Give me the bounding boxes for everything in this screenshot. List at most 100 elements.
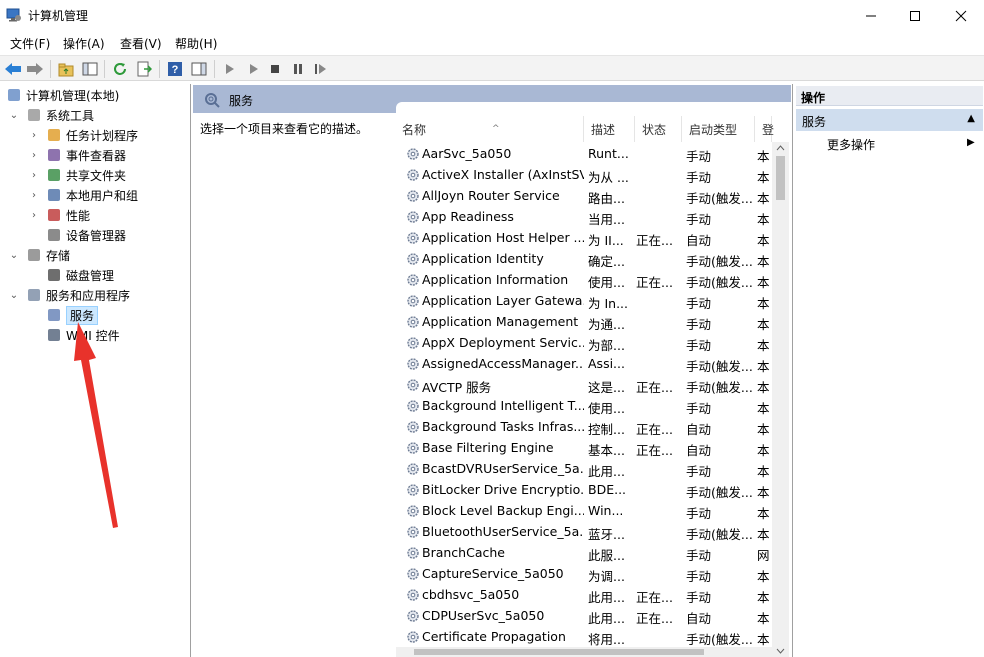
tree-item[interactable]: › 事件查看器 [28, 145, 126, 165]
chevron-down-icon[interactable]: ⌄ [8, 109, 20, 121]
service-row[interactable]: CDPUserSvc_5a050 此用... 正在... 自动 本 [396, 606, 772, 627]
chevron-right-icon[interactable]: › [28, 209, 40, 221]
service-row[interactable]: Application Identity 确定... 手动(触发... 本 [396, 249, 772, 270]
service-row[interactable]: Certificate Propagation 将用... 手动(触发... 本 [396, 627, 772, 648]
service-gear-icon [406, 440, 422, 456]
show-hide-tree-icon[interactable] [80, 59, 100, 79]
service-row[interactable]: AllJoyn Router Service 路由... 手动(触发... 本 [396, 186, 772, 207]
service-logon: 本 [757, 401, 770, 416]
menu-view[interactable]: 查看(V) [120, 35, 162, 52]
tree-item[interactable]: 磁盘管理 [28, 265, 114, 285]
service-gear-icon [406, 608, 422, 624]
horizontal-scroll-thumb[interactable] [414, 649, 704, 655]
service-logon: 本 [757, 443, 770, 458]
tree-item-label: WMI 控件 [66, 328, 120, 343]
menu-file[interactable]: 文件(F) [10, 35, 50, 52]
tree-item[interactable]: › 本地用户和组 [28, 185, 138, 205]
service-row[interactable]: AppX Deployment Servic... 为部... 手动 本 [396, 333, 772, 354]
tree-item[interactable]: › 共享文件夹 [28, 165, 126, 185]
start-paused-icon[interactable] [243, 59, 263, 79]
tree-item[interactable]: 服务 [28, 305, 99, 325]
back-arrow-icon[interactable] [3, 59, 23, 79]
service-startup-type: 手动(触发... [686, 191, 753, 206]
service-row[interactable]: Base Filtering Engine 基本... 正在... 自动 本 [396, 438, 772, 459]
chevron-right-icon[interactable]: › [28, 149, 40, 161]
tree-item[interactable]: ⌄ 服务和应用程序 [8, 285, 130, 305]
forward-arrow-icon[interactable] [25, 59, 45, 79]
actions-section-services[interactable]: 服务 ▲ [796, 109, 983, 131]
refresh-icon[interactable] [110, 59, 130, 79]
service-row[interactable]: AarSvc_5a050 Runt... 手动 本 [396, 144, 772, 165]
maximize-button[interactable] [892, 0, 938, 31]
chevron-right-icon[interactable]: › [28, 189, 40, 201]
collapse-up-icon[interactable]: ▲ [967, 113, 975, 124]
service-row[interactable]: AssignedAccessManager... Assi... 手动(触发... 本 [396, 354, 772, 375]
export-list-icon[interactable] [134, 59, 154, 79]
close-button[interactable] [938, 0, 984, 31]
service-row[interactable]: CaptureService_5a050 为调... 手动 本 [396, 564, 772, 585]
service-startup-type: 手动 [686, 170, 712, 185]
service-name: Application Identity [422, 251, 544, 266]
restart-service-icon[interactable] [311, 59, 331, 79]
service-row[interactable]: BitLocker Drive Encryptio... BDE... 手动(触发.… [396, 480, 772, 501]
service-description: 为部... [588, 338, 625, 353]
service-row[interactable]: Application Management 为通... 手动 本 [396, 312, 772, 333]
minimize-button[interactable] [848, 0, 894, 31]
chevron-right-icon[interactable]: › [28, 169, 40, 181]
start-service-icon[interactable] [220, 59, 240, 79]
service-row[interactable]: Application Layer Gatewa... 为 In... 手动 本 [396, 291, 772, 312]
properties-pane-icon[interactable] [189, 59, 209, 79]
tree-item[interactable]: 设备管理器 [28, 225, 126, 245]
menu-action[interactable]: 操作(A) [63, 35, 105, 52]
column-header-logon[interactable]: 登 [756, 116, 774, 142]
chevron-right-icon[interactable]: › [28, 129, 40, 141]
horizontal-scrollbar[interactable] [396, 647, 772, 657]
service-description: Runt... [588, 146, 629, 161]
service-row[interactable]: Background Tasks Infras... 控制... 正在... 自动 本 [396, 417, 772, 438]
tree-item[interactable]: ⌄ 系统工具 [8, 105, 94, 125]
event-viewer-icon [46, 147, 62, 163]
service-gear-icon [406, 566, 422, 582]
column-header-startup-type[interactable]: 启动类型 [683, 116, 755, 142]
tree-item[interactable]: › 任务计划程序 [28, 125, 138, 145]
service-row[interactable]: cbdhsvc_5a050 此用... 正在... 手动 本 [396, 585, 772, 606]
tree-item[interactable]: WMI 控件 [28, 325, 120, 345]
service-name: BitLocker Drive Encryptio... [422, 482, 584, 497]
service-row[interactable]: App Readiness 当用... 手动 本 [396, 207, 772, 228]
stop-service-icon[interactable] [265, 59, 285, 79]
service-name: App Readiness [422, 209, 514, 224]
service-row[interactable]: Background Intelligent T... 使用... 手动 本 [396, 396, 772, 417]
tree-item-label: 系统工具 [46, 108, 95, 123]
service-description: 为调... [588, 569, 625, 584]
tree-item[interactable]: 计算机管理(本地) [6, 85, 119, 105]
service-startup-type: 自动 [686, 443, 712, 458]
service-row[interactable]: ActiveX Installer (AxInstSV) 为从 ... 手动 本 [396, 165, 772, 186]
pause-service-icon[interactable] [288, 59, 308, 79]
vertical-scrollbar[interactable] [772, 142, 789, 657]
more-actions-item[interactable]: 更多操作 [827, 136, 875, 153]
service-row[interactable]: AVCTP 服务 这是... 正在... 手动(触发... 本 [396, 375, 772, 396]
service-row[interactable]: Application Information 使用... 正在... 手动(触发..… [396, 270, 772, 291]
vertical-scroll-thumb[interactable] [776, 156, 785, 200]
help-icon[interactable]: ? [165, 59, 185, 79]
chevron-down-icon[interactable]: ⌄ [8, 289, 20, 301]
column-header-status[interactable]: 状态 [636, 116, 682, 142]
tree-item-label: 事件查看器 [66, 148, 127, 163]
service-description: 基本... [588, 443, 625, 458]
chevron-down-icon[interactable]: ⌄ [8, 249, 20, 261]
menu-help[interactable]: 帮助(H) [175, 35, 217, 52]
tree-item[interactable]: ⌄ 存储 [8, 245, 70, 265]
column-header-description[interactable]: 描述 [585, 116, 635, 142]
column-header-name[interactable]: 名称 ^ [396, 116, 584, 142]
service-row[interactable]: Application Host Helper ... 为 II... 正在... 自… [396, 228, 772, 249]
service-row[interactable]: BluetoothUserService_5a... 蓝牙... 手动(触发... 本 [396, 522, 772, 543]
up-folder-icon[interactable] [56, 59, 76, 79]
service-row[interactable]: BranchCache 此服... 手动 网 [396, 543, 772, 564]
service-row[interactable]: Block Level Backup Engi... Win... 手动 本 [396, 501, 772, 522]
service-row[interactable]: BcastDVRUserService_5a... 此用... 手动 本 [396, 459, 772, 480]
service-name: BranchCache [422, 545, 505, 560]
tree-item[interactable]: › 性能 [28, 205, 90, 225]
service-logon: 本 [757, 275, 770, 290]
service-name: Background Intelligent T... [422, 398, 584, 413]
